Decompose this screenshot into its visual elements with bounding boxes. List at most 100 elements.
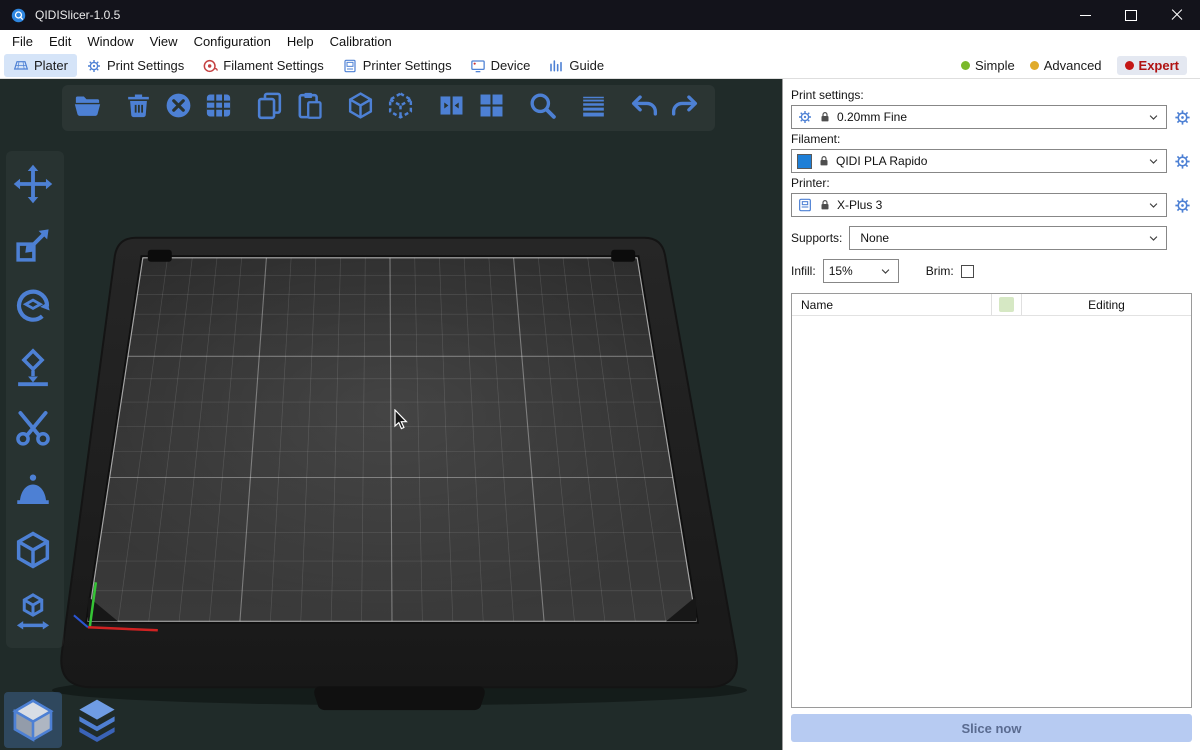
tab-label: Filament Settings	[223, 58, 323, 73]
move-tool-button[interactable]	[12, 163, 58, 209]
redo-icon	[669, 90, 705, 126]
menu-configuration[interactable]: Configuration	[186, 34, 279, 49]
supports-value: None	[860, 231, 889, 245]
chevron-down-icon	[1146, 198, 1161, 213]
mode-expert[interactable]: Expert	[1117, 56, 1187, 75]
editor-3d-view-button[interactable]	[4, 692, 62, 748]
menu-view[interactable]: View	[142, 34, 186, 49]
place-on-face-tool-button[interactable]	[12, 346, 58, 392]
close-icon	[1171, 9, 1183, 21]
chevron-down-icon	[1146, 231, 1161, 246]
build-plate	[0, 79, 782, 749]
mode-advanced[interactable]: Advanced	[1030, 58, 1102, 73]
minimize-button[interactable]	[1062, 0, 1108, 30]
copy-icon	[254, 90, 290, 126]
printer-value: X-Plus 3	[837, 198, 882, 212]
menu-edit[interactable]: Edit	[41, 34, 79, 49]
printer-icon	[797, 197, 813, 213]
rotate-tool-button[interactable]	[12, 285, 58, 331]
tab-printer-settings[interactable]: Printer Settings	[333, 54, 461, 77]
view-mode-switcher	[4, 692, 126, 748]
infill-label: Infill:	[791, 264, 816, 278]
scale-icon	[12, 224, 58, 270]
brim-label: Brim:	[926, 264, 954, 278]
delete-button[interactable]	[123, 90, 159, 126]
remove-instance-icon	[385, 90, 421, 126]
view-cube-tool-button[interactable]	[12, 529, 58, 575]
editor-3d-icon	[4, 692, 62, 748]
split-objects-icon	[436, 90, 472, 126]
menu-help[interactable]: Help	[279, 34, 322, 49]
supports-combo[interactable]: None	[849, 226, 1167, 250]
undo-button[interactable]	[629, 90, 665, 126]
open-button[interactable]	[72, 90, 108, 126]
close-button[interactable]	[1154, 0, 1200, 30]
infill-value: 15%	[829, 264, 853, 278]
tab-label: Device	[491, 58, 531, 73]
paste-button[interactable]	[294, 90, 330, 126]
column-extruder[interactable]	[992, 294, 1022, 315]
extruder-color-icon	[999, 297, 1014, 312]
printer-combo[interactable]: X-Plus 3	[791, 193, 1167, 217]
remove-instance-button[interactable]	[385, 90, 421, 126]
title-bar: QIDISlicer-1.0.5	[0, 0, 1200, 30]
split-parts-button[interactable]	[476, 90, 512, 126]
rotate-icon	[12, 285, 58, 331]
column-editing[interactable]: Editing	[1022, 294, 1191, 315]
menu-window[interactable]: Window	[79, 34, 141, 49]
split-objects-button[interactable]	[436, 90, 472, 126]
minimize-icon	[1080, 15, 1091, 16]
tab-guide[interactable]: Guide	[539, 54, 613, 77]
filament-gear-button[interactable]	[1173, 152, 1192, 171]
variable-layer-height-button[interactable]	[578, 90, 614, 126]
object-list-header: Name Editing	[792, 294, 1191, 316]
delete-all-button[interactable]	[163, 90, 199, 126]
preview-layers-view-button[interactable]	[68, 692, 126, 748]
search-icon	[527, 90, 563, 126]
tab-label: Guide	[569, 58, 604, 73]
print-settings-label: Print settings:	[791, 88, 1192, 102]
view-cube-icon	[12, 529, 58, 575]
mode-switcher: Simple Advanced Expert	[961, 56, 1196, 75]
paint-support-tool-button[interactable]	[12, 468, 58, 514]
viewport-3d[interactable]	[0, 79, 783, 750]
tab-plater[interactable]: Plater	[4, 54, 77, 77]
print-settings-combo[interactable]: 0.20mm Fine	[791, 105, 1167, 129]
tab-filament-settings[interactable]: Filament Settings	[193, 54, 332, 77]
add-instance-button[interactable]	[345, 90, 381, 126]
mode-label: Simple	[975, 58, 1015, 73]
print-settings-value: 0.20mm Fine	[837, 110, 907, 124]
scale-tool-button[interactable]	[12, 224, 58, 270]
guide-tab-icon	[548, 58, 564, 74]
app-logo-icon	[10, 7, 27, 24]
arrange-icon	[203, 90, 239, 126]
slice-now-button[interactable]: Slice now	[791, 714, 1192, 742]
object-list-body[interactable]	[792, 316, 1191, 707]
copy-button[interactable]	[254, 90, 290, 126]
measure-tool-button[interactable]	[12, 590, 58, 636]
undo-icon	[629, 90, 665, 126]
mode-simple[interactable]: Simple	[961, 58, 1015, 73]
arrange-button[interactable]	[203, 90, 239, 126]
printer-label: Printer:	[791, 176, 1192, 190]
print-settings-gear-button[interactable]	[1173, 108, 1192, 127]
lock-icon	[817, 154, 831, 168]
left-toolbar	[6, 151, 64, 648]
brim-checkbox[interactable]	[961, 265, 974, 278]
filament-combo[interactable]: QIDI PLA Rapido	[791, 149, 1167, 173]
cut-tool-button[interactable]	[12, 407, 58, 453]
maximize-icon	[1125, 10, 1137, 21]
printer-gear-button[interactable]	[1173, 196, 1192, 215]
column-name[interactable]: Name	[792, 294, 992, 315]
redo-button[interactable]	[669, 90, 705, 126]
maximize-button[interactable]	[1108, 0, 1154, 30]
infill-combo[interactable]: 15%	[823, 259, 899, 283]
tab-bar: PlaterPrint Settings Filament Settings Pri…	[0, 53, 1200, 79]
main-area: Print settings: 0.20mm Fine Filament: QI…	[0, 79, 1200, 750]
tab-device[interactable]: Device	[461, 54, 540, 77]
menu-file[interactable]: File	[4, 34, 41, 49]
menu-calibration[interactable]: Calibration	[322, 34, 400, 49]
search-button[interactable]	[527, 90, 563, 126]
tab-print-settings[interactable]: Print Settings	[77, 54, 193, 77]
delete-all-icon	[163, 90, 199, 126]
